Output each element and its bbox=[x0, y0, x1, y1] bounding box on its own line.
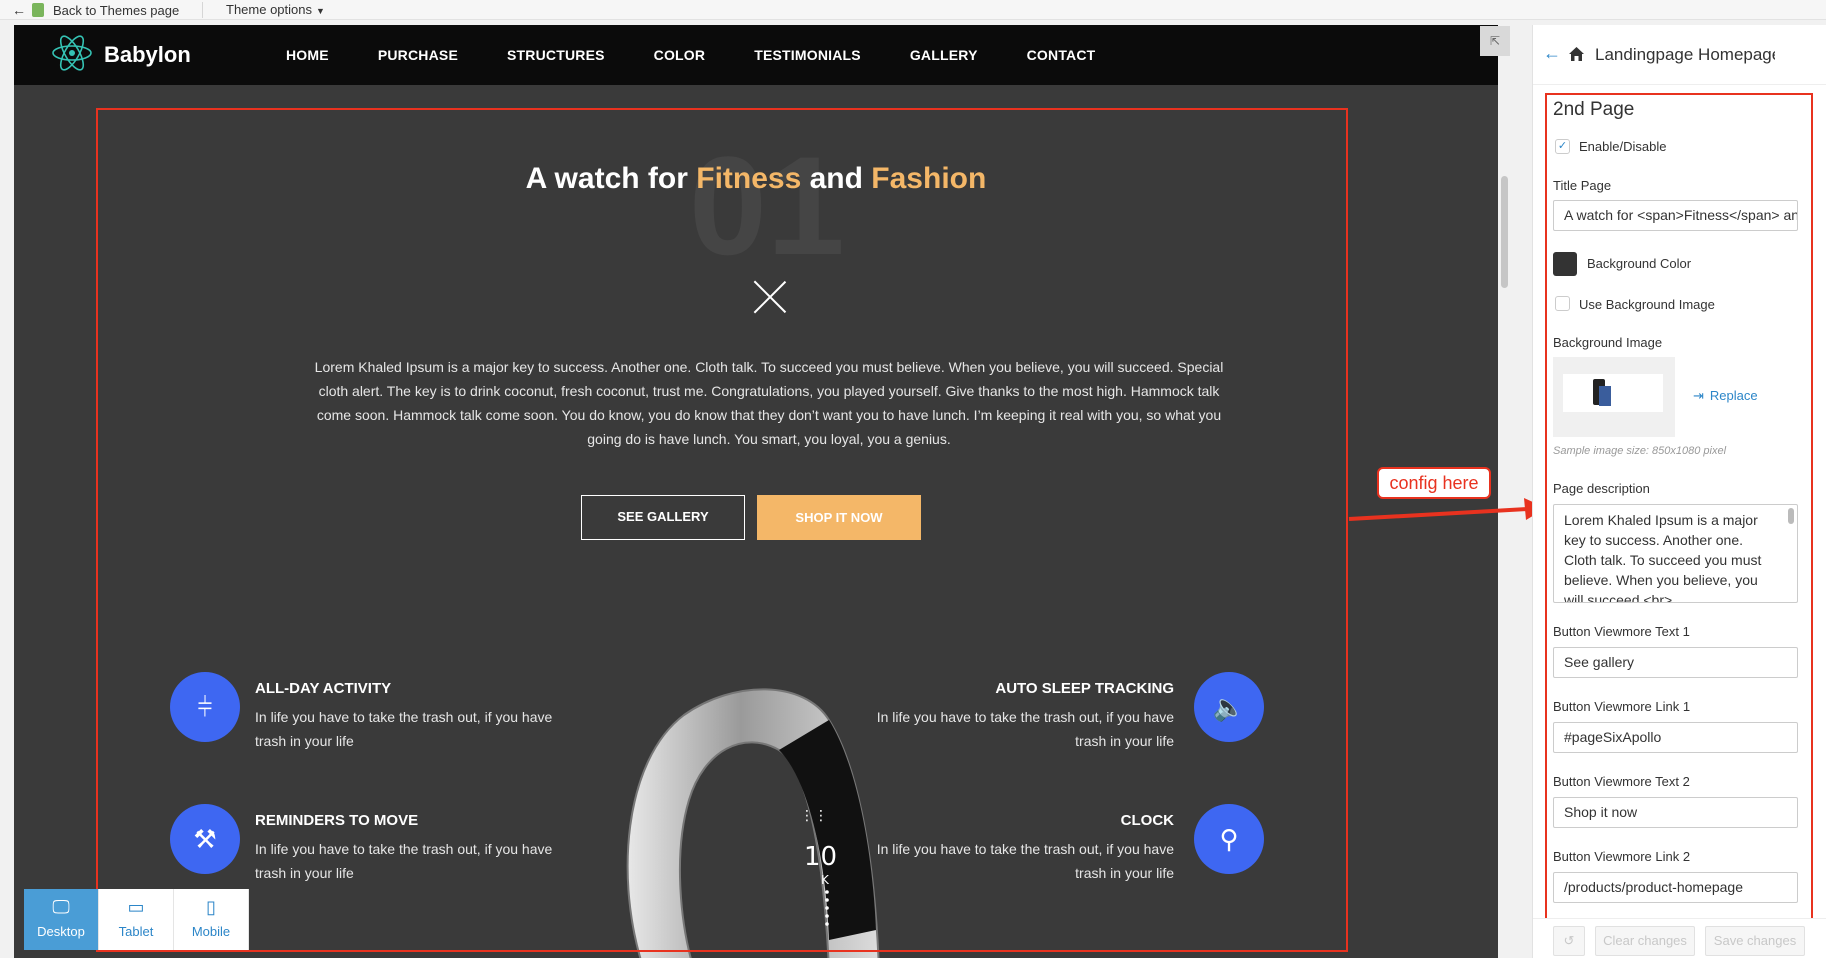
device-switcher: 🖵 Desktop ▭ Tablet ▯ Mobile bbox=[24, 889, 249, 950]
tablet-icon: ▭ bbox=[127, 897, 145, 917]
title-page-label: Title Page bbox=[1553, 178, 1612, 193]
background-color-swatch[interactable] bbox=[1553, 252, 1577, 276]
title-page-input[interactable]: A watch for <span>Fitness</span> and <sp… bbox=[1553, 200, 1798, 231]
preview-scrollbar[interactable] bbox=[1501, 176, 1508, 288]
theme-options-dropdown[interactable]: Theme options ▼ bbox=[226, 2, 325, 17]
background-color-label: Background Color bbox=[1587, 256, 1692, 271]
monitor-icon: 🖵 bbox=[52, 897, 70, 917]
button-link2-input[interactable]: /products/product-homepage bbox=[1553, 872, 1798, 903]
tablet-label: Tablet bbox=[118, 924, 154, 939]
mobile-view-button[interactable]: ▯ Mobile bbox=[174, 889, 249, 950]
expand-arrow-icon: ⇱ bbox=[1489, 34, 1501, 48]
replace-icon: ⇥ bbox=[1693, 388, 1704, 403]
menu-item-contact[interactable]: CONTACT bbox=[1027, 47, 1096, 63]
replace-image-button[interactable]: ⇥ Replace bbox=[1693, 388, 1758, 404]
home-icon bbox=[1569, 47, 1584, 61]
phone-thumbnail-shape bbox=[1599, 386, 1611, 406]
sidebar-back-arrow-icon[interactable]: ← bbox=[1543, 43, 1561, 64]
shopify-logo-icon bbox=[32, 3, 44, 17]
topbar-divider bbox=[202, 2, 203, 18]
sidebar-header: ← Landingpage Homepage bbox=[1533, 25, 1826, 85]
undo-icon: ↺ bbox=[1563, 933, 1575, 948]
enable-checkbox[interactable]: ✓ bbox=[1555, 139, 1570, 154]
desktop-label: Desktop bbox=[37, 924, 85, 939]
theme-options-label: Theme options bbox=[226, 2, 312, 17]
section-heading: 2nd Page bbox=[1553, 99, 1635, 120]
site-brand-name[interactable]: Babylon bbox=[104, 42, 191, 68]
page-description-label: Page description bbox=[1553, 481, 1650, 496]
sidebar-footer: ↺ Clear changes Save changes bbox=[1533, 918, 1826, 958]
button-text1-label: Button Viewmore Text 1 bbox=[1553, 624, 1690, 639]
site-menu: HOME PURCHASE STRUCTURES COLOR TESTIMONI… bbox=[286, 47, 1144, 63]
mobile-phone-icon: ▯ bbox=[206, 897, 216, 917]
thumbnail-canvas bbox=[1563, 374, 1663, 412]
button-text2-input[interactable]: Shop it now bbox=[1553, 797, 1798, 828]
sidebar-header-title: Landingpage Homepage bbox=[1595, 45, 1775, 64]
button-link1-label: Button Viewmore Link 1 bbox=[1553, 699, 1691, 714]
page-description-textarea[interactable]: Lorem Khaled Ipsum is a major key to suc… bbox=[1553, 504, 1798, 603]
caret-down-icon: ▼ bbox=[316, 6, 325, 16]
back-to-themes-link[interactable]: ← Back to Themes page bbox=[12, 2, 179, 18]
mobile-label: Mobile bbox=[191, 924, 231, 939]
button-link1-input[interactable]: #pageSixApollo bbox=[1553, 722, 1798, 753]
menu-item-gallery[interactable]: GALLERY bbox=[910, 47, 978, 63]
textarea-scrollbar[interactable] bbox=[1788, 508, 1794, 524]
theme-settings-sidebar: ← Landingpage Homepage 2nd Page ✓ Enable… bbox=[1532, 25, 1826, 958]
enable-label: Enable/Disable bbox=[1579, 139, 1667, 154]
arrow-left-icon: ← bbox=[12, 2, 26, 18]
site-navbar: Babylon HOME PURCHASE STRUCTURES COLOR T… bbox=[14, 25, 1498, 85]
replace-label: Replace bbox=[1709, 388, 1758, 403]
sample-size-hint: Sample image size: 850x1080 pixel bbox=[1553, 445, 1727, 457]
menu-item-home[interactable]: HOME bbox=[286, 47, 329, 63]
save-changes-button[interactable]: Save changes bbox=[1705, 926, 1805, 956]
desktop-view-button[interactable]: 🖵 Desktop bbox=[24, 889, 99, 950]
config-callout: config here bbox=[1377, 467, 1491, 499]
clear-changes-button[interactable]: Clear changes bbox=[1595, 926, 1695, 956]
use-background-image-label: Use Background Image bbox=[1579, 297, 1715, 312]
page-description-text: Lorem Khaled Ipsum is a major key to suc… bbox=[1564, 512, 1762, 603]
collapse-sidebar-button[interactable]: ⇱ bbox=[1480, 26, 1510, 56]
button-text1-input[interactable]: See gallery bbox=[1553, 647, 1798, 678]
menu-item-testimonials[interactable]: TESTIMONIALS bbox=[754, 47, 861, 63]
background-image-thumbnail[interactable] bbox=[1553, 357, 1675, 437]
button-text2-label: Button Viewmore Text 2 bbox=[1553, 774, 1690, 789]
menu-item-structures[interactable]: STRUCTURES bbox=[507, 47, 605, 63]
undo-button[interactable]: ↺ bbox=[1553, 926, 1585, 956]
button-link2-label: Button Viewmore Link 2 bbox=[1553, 849, 1691, 864]
theme-editor-topbar: ← Back to Themes page Theme options ▼ bbox=[0, 0, 1826, 20]
menu-item-color[interactable]: COLOR bbox=[654, 47, 706, 63]
section-highlight-box bbox=[96, 108, 1348, 952]
use-background-image-checkbox[interactable] bbox=[1555, 296, 1570, 311]
checkmark-icon: ✓ bbox=[1557, 140, 1568, 152]
menu-item-purchase[interactable]: PURCHASE bbox=[378, 47, 458, 63]
tablet-view-button[interactable]: ▭ Tablet bbox=[99, 889, 174, 950]
atom-logo-icon bbox=[52, 35, 92, 71]
back-to-themes-label: Back to Themes page bbox=[53, 2, 180, 18]
background-image-label: Background Image bbox=[1553, 335, 1663, 350]
